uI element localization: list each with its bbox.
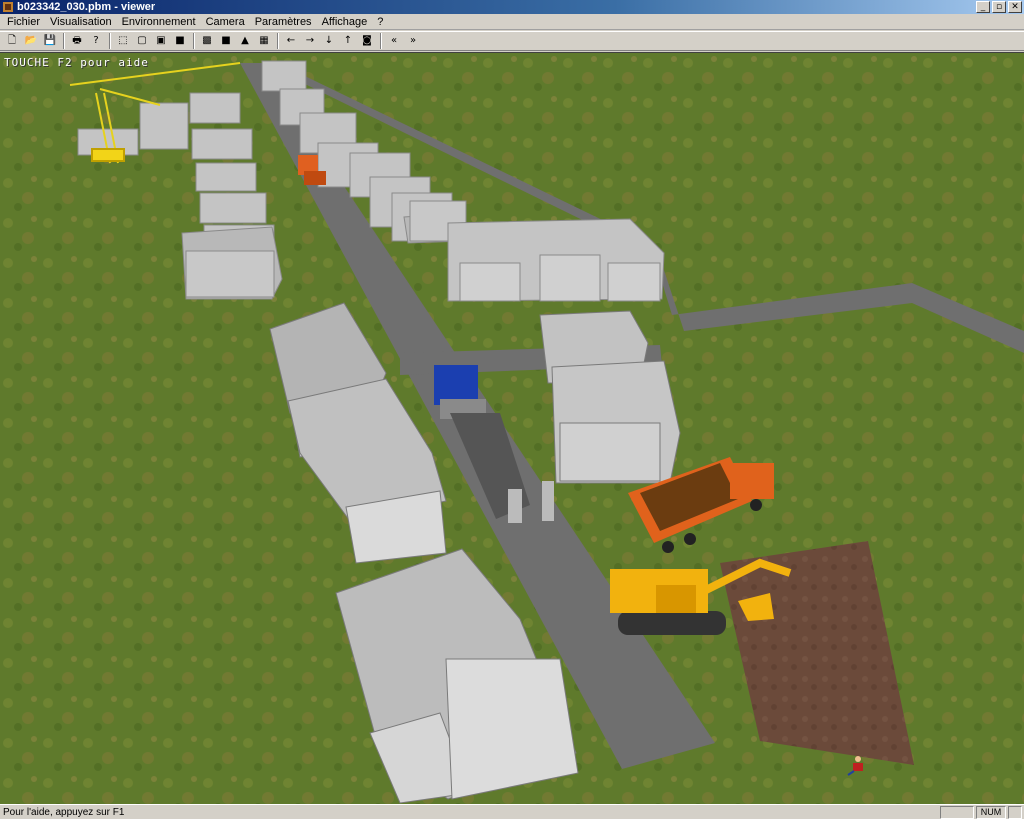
close-button[interactable]: ✕ xyxy=(1008,1,1022,13)
shaded-cube-icon[interactable]: ■ xyxy=(172,33,188,49)
print-icon[interactable]: 🖶 xyxy=(69,33,85,49)
window-title: b023342_030.pbm - viewer xyxy=(17,1,156,13)
rewind-icon[interactable]: « xyxy=(386,33,402,49)
menu-visualisation[interactable]: Visualisation xyxy=(45,14,117,30)
solid-cube-icon[interactable]: ■ xyxy=(218,33,234,49)
help-hint-overlay: TOUCHE F2 pour aide xyxy=(4,56,149,69)
arrow-left-icon[interactable]: ← xyxy=(283,33,299,49)
status-bar: Pour l'aide, appuyez sur F1 NUM xyxy=(0,804,1024,819)
textured-cube-icon[interactable]: ▩ xyxy=(199,33,215,49)
status-panel-empty xyxy=(940,806,974,819)
minimize-button[interactable]: _ xyxy=(976,1,990,13)
toolbar-separator xyxy=(109,33,111,49)
app-icon xyxy=(3,2,13,12)
flat-cube-icon[interactable]: ▣ xyxy=(153,33,169,49)
status-text: Pour l'aide, appuyez sur F1 xyxy=(3,807,125,818)
wireframe-cube-icon[interactable]: ⬚ xyxy=(115,33,131,49)
camera-icon[interactable]: ◙ xyxy=(359,33,375,49)
menu-affichage[interactable]: Affichage xyxy=(317,14,373,30)
arrow-right-icon[interactable]: → xyxy=(302,33,318,49)
menu-bar: Fichier Visualisation Environnement Came… xyxy=(0,14,1024,30)
menu-camera[interactable]: Camera xyxy=(201,14,250,30)
status-panel-small xyxy=(1008,806,1022,819)
toolbar: 🗋 📂 💾 🖶? ⬚ ▢ ▣ ■ ▩ ■ ▲ ▦ ← → ↓ ↑ ◙ «» xyxy=(0,31,1024,51)
arrow-down-icon[interactable]: ↓ xyxy=(321,33,337,49)
toolbar-separator xyxy=(193,33,195,49)
toolbar-separator xyxy=(63,33,65,49)
title-bar: b023342_030.pbm - viewer _ ▫ ✕ xyxy=(0,0,1024,14)
num-lock-indicator: NUM xyxy=(976,806,1006,819)
menu-help[interactable]: ? xyxy=(372,14,388,30)
triangle-icon[interactable]: ▲ xyxy=(237,33,253,49)
menu-parametres[interactable]: Paramètres xyxy=(250,14,317,30)
maximize-button[interactable]: ▫ xyxy=(992,1,1006,13)
fast-forward-icon[interactable]: » xyxy=(405,33,421,49)
scene-viewport[interactable]: TOUCHE F2 pour aide xyxy=(0,52,1024,804)
toolbar-separator xyxy=(380,33,382,49)
arrow-up-icon[interactable]: ↑ xyxy=(340,33,356,49)
grid-icon[interactable]: ▦ xyxy=(256,33,272,49)
scene-canvas[interactable] xyxy=(0,53,1024,804)
outline-cube-icon[interactable]: ▢ xyxy=(134,33,150,49)
new-file-icon[interactable]: 🗋 xyxy=(4,33,20,49)
help-icon[interactable]: ? xyxy=(88,33,104,49)
open-folder-icon[interactable]: 📂 xyxy=(23,33,39,49)
toolbar-separator xyxy=(277,33,279,49)
save-disk-icon[interactable]: 💾 xyxy=(42,33,58,49)
menu-fichier[interactable]: Fichier xyxy=(2,14,45,30)
menu-environnement[interactable]: Environnement xyxy=(117,14,201,30)
